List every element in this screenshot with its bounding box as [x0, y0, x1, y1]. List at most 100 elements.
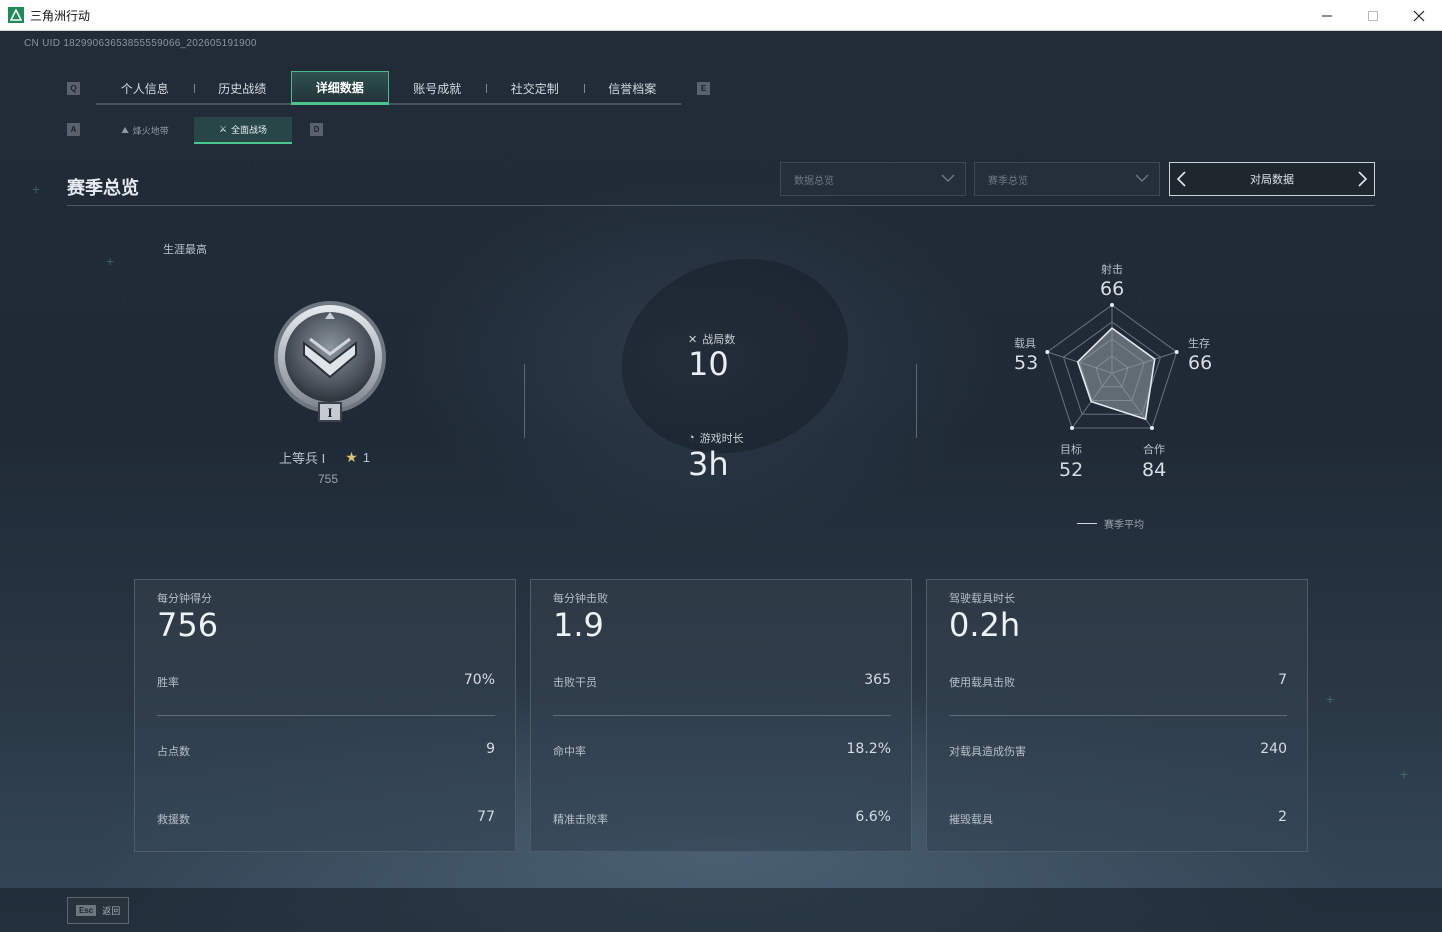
- tab-credit-record[interactable]: 信誉档案: [583, 71, 682, 105]
- vertical-divider: [916, 364, 917, 438]
- crosshair-decoration-icon: +: [1400, 766, 1409, 782]
- playtime-label-text: 游戏时长: [699, 433, 744, 445]
- subtab-full-battlefield[interactable]: ⚔ 全面战场: [194, 117, 292, 144]
- battlefield-icon: ⚔: [218, 124, 228, 134]
- back-label: 返回: [102, 906, 121, 916]
- pager-label: 对局数据: [1250, 174, 1294, 186]
- rank-score: 755: [318, 472, 339, 486]
- radar-label-survival: 生存: [1188, 338, 1210, 350]
- tab-separator: [193, 84, 195, 93]
- row-label: 击败干员: [553, 677, 597, 689]
- season-overview-dropdown[interactable]: 赛季总览: [974, 162, 1160, 196]
- card-divider: [553, 715, 891, 716]
- radar-value-shooting: 66: [1100, 278, 1125, 300]
- chevron-right-icon: [1358, 171, 1368, 187]
- window-title: 三角洲行动: [30, 8, 91, 23]
- maximize-icon: [1368, 10, 1378, 21]
- stopwatch-icon: ◔: [688, 432, 695, 444]
- rank-name: 上等兵 I ★ 1: [279, 448, 370, 467]
- playtime-value: 3h: [688, 445, 729, 483]
- row-label: 摧毁载具: [949, 814, 993, 826]
- crosshair-decoration-icon: +: [32, 181, 41, 197]
- tab-social-custom[interactable]: 社交定制: [486, 71, 584, 105]
- tab-label: 信誉档案: [608, 81, 657, 96]
- radar-legend: 赛季平均: [1077, 516, 1144, 531]
- rank-title: 上等兵 I: [279, 451, 326, 466]
- tab-label: 社交定制: [510, 81, 559, 96]
- key-hint-prev-subtab: A: [67, 123, 80, 136]
- row-value: 9: [486, 741, 495, 757]
- chevron-down-icon: [1135, 174, 1149, 182]
- career-highest-label: 生涯最高: [163, 244, 207, 256]
- app-logo-icon: [8, 7, 24, 23]
- subtab-hazard-zone[interactable]: ⛰ 烽火地带: [96, 117, 194, 144]
- row-label: 命中率: [553, 746, 586, 758]
- key-hint-next-subtab: D: [310, 123, 323, 136]
- card-row: 救援数 77: [157, 803, 495, 833]
- tab-detailed-data[interactable]: 详细数据: [291, 71, 389, 105]
- playtime-label: ◔ 游戏时长: [688, 430, 744, 446]
- chevron-down-icon: [941, 174, 955, 182]
- rank-badge-icon: I: [274, 301, 386, 422]
- star-icon: ★: [345, 449, 358, 465]
- close-button[interactable]: [1396, 0, 1442, 31]
- main-tabbar: 个人信息 历史战绩 详细数据 账号成就 社交定制 信誉档案: [96, 71, 681, 105]
- radar-axis-point: [1070, 426, 1075, 431]
- tab-label: 账号成就: [413, 81, 462, 96]
- combat-stats-card: 每分钟击败 1.9 击败干员 365 命中率 18.2% 精准击败率 6.6%: [530, 579, 912, 852]
- minimize-icon: [1322, 15, 1332, 16]
- radar-label-vehicle: 载具: [1014, 338, 1036, 350]
- rank-stars: 1: [362, 450, 371, 465]
- dropdown-value: 赛季总览: [988, 175, 1028, 187]
- pager-next-button[interactable]: [1350, 163, 1374, 195]
- back-button[interactable]: Esc 返回: [67, 897, 129, 924]
- radar-value-objective: 52: [1059, 459, 1084, 481]
- data-overview-dropdown[interactable]: 数据总览: [780, 162, 966, 196]
- radar-value-shape: [1076, 327, 1156, 421]
- subtab-label: 烽火地带: [132, 126, 169, 136]
- tab-personal-info[interactable]: 个人信息: [96, 71, 194, 105]
- card-row: 占点数 9: [157, 735, 495, 765]
- maximize-button[interactable]: [1350, 0, 1396, 31]
- card-row: 精准击败率 6.6%: [553, 803, 891, 833]
- matches-value: 10: [688, 345, 729, 383]
- minimize-button[interactable]: [1304, 0, 1350, 31]
- tab-achievements[interactable]: 账号成就: [389, 71, 487, 105]
- row-label: 占点数: [157, 746, 190, 758]
- radar-axis-point: [1045, 349, 1050, 354]
- score-stats-card: 每分钟得分 756 胜率 70% 占点数 9 救援数 77: [134, 579, 516, 852]
- flame-icon: ⛰: [121, 125, 129, 135]
- card-row: 胜率 70%: [157, 666, 495, 696]
- card-divider: [157, 715, 495, 716]
- card-row: 对载具造成伤害 240: [949, 735, 1287, 765]
- card-head-label: 每分钟得分: [157, 593, 212, 605]
- card-head-label: 驾驶载具时长: [949, 593, 1015, 605]
- row-label: 救援数: [157, 814, 190, 826]
- section-divider: [67, 205, 1375, 206]
- row-value: 6.6%: [855, 809, 891, 825]
- card-divider: [949, 715, 1287, 716]
- player-uid: CN UID 18299063653855559066_202605191900: [24, 38, 257, 49]
- pager-prev-button[interactable]: [1170, 163, 1194, 195]
- tab-separator: [583, 84, 585, 93]
- vehicle-stats-card: 驾驶载具时长 0.2h 使用载具击败 7 对载具造成伤害 240 摧毁载具 2: [926, 579, 1308, 852]
- row-value: 77: [477, 809, 495, 825]
- radar-label-shooting: 射击: [1101, 264, 1123, 276]
- card-row: 使用载具击败 7: [949, 666, 1287, 696]
- row-label: 胜率: [157, 677, 179, 689]
- row-value: 240: [1260, 741, 1287, 757]
- card-row: 命中率 18.2%: [553, 735, 891, 765]
- row-value: 2: [1278, 809, 1287, 825]
- tab-match-history[interactable]: 历史战绩: [193, 71, 292, 105]
- match-data-pager: 对局数据: [1169, 162, 1375, 196]
- radar-value-survival: 66: [1188, 352, 1213, 374]
- esc-key-hint: Esc: [76, 905, 97, 916]
- legend-line-swatch: [1077, 523, 1097, 524]
- key-hint-next-tab: E: [697, 82, 710, 95]
- crosshair-decoration-icon: +: [1326, 691, 1335, 707]
- card-head-value: 0.2h: [949, 606, 1021, 644]
- row-value: 18.2%: [846, 741, 891, 757]
- card-head-label: 每分钟击败: [553, 593, 608, 605]
- radar-value-teamwork: 84: [1142, 459, 1167, 481]
- row-value: 70%: [463, 672, 495, 688]
